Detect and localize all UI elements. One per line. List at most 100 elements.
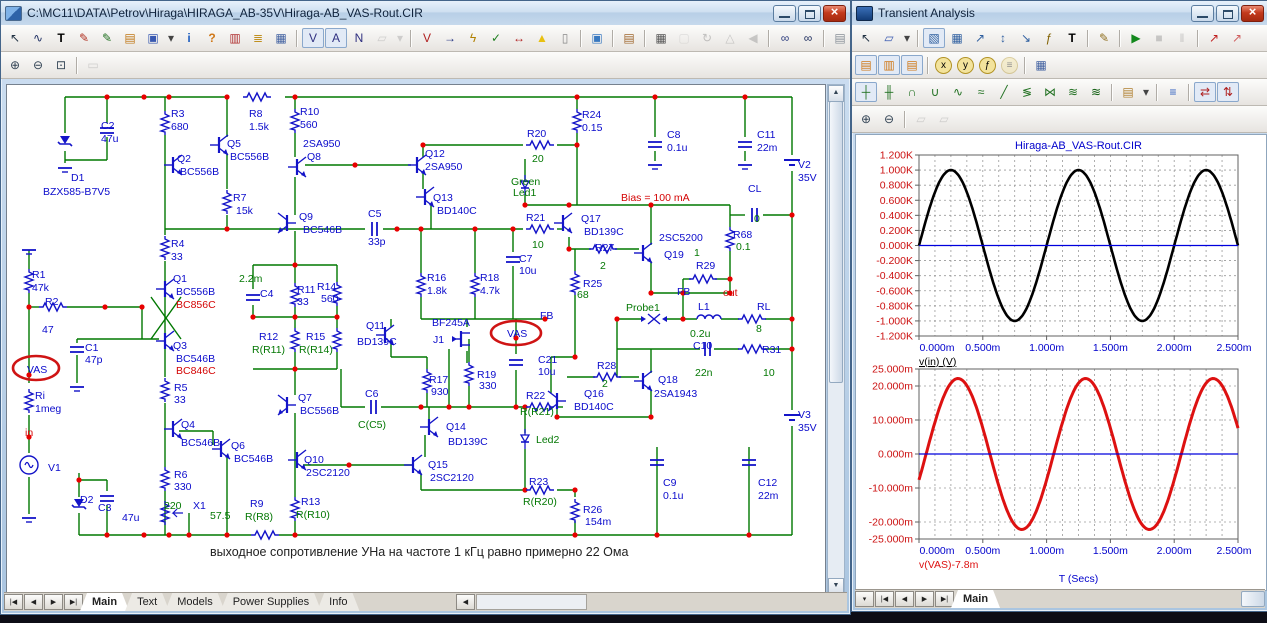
peak-icon[interactable]: ∩ — [901, 82, 923, 102]
find-icon[interactable]: ∞ — [797, 28, 819, 48]
panel-stripes-2-icon[interactable]: ▥ — [878, 55, 900, 75]
current-arrow-icon[interactable]: → — [439, 28, 461, 48]
zoom-out-icon[interactable]: ⊖ — [27, 55, 49, 75]
shape-gray-icon[interactable]: ▱ — [371, 28, 393, 48]
x-axis-cursor-icon[interactable]: ⇄ — [1194, 82, 1216, 102]
analysis-titlebar[interactable]: Transient Analysis — [852, 1, 1267, 25]
slope-points-icon[interactable]: ↗ — [1226, 28, 1248, 48]
stop-icon[interactable]: ■ — [1148, 28, 1170, 48]
edit-doc-icon[interactable]: ▦ — [270, 28, 292, 48]
plot-limits-icon[interactable]: ▦ — [946, 28, 968, 48]
find-in-schematic-icon[interactable]: ∞ — [774, 28, 796, 48]
wire-mode-icon[interactable]: ∿ — [27, 28, 49, 48]
region-box-icon[interactable]: ▣ — [586, 28, 608, 48]
scale-xy-icon[interactable]: ↗ — [969, 28, 991, 48]
clipboard-dropdown-icon[interactable]: ▾ — [1140, 82, 1152, 102]
eq-gray-icon[interactable]: ≡ — [1001, 56, 1018, 74]
text-tool-icon[interactable]: T — [50, 28, 72, 48]
y-axis-icon[interactable]: y — [957, 56, 974, 74]
scale-y-icon[interactable]: ↕ — [992, 28, 1014, 48]
valley-icon[interactable]: ∪ — [924, 82, 946, 102]
x-axis-icon[interactable]: x — [935, 56, 952, 74]
select-cursor-icon[interactable]: ↖ — [855, 28, 877, 48]
tab-main[interactable]: Main — [951, 590, 1000, 608]
clear-region-icon[interactable]: ▢ — [673, 28, 695, 48]
flip-vertical-icon[interactable]: ◀ — [742, 28, 764, 48]
rotate-icon[interactable]: ↻ — [696, 28, 718, 48]
analysis-close-button[interactable] — [1241, 4, 1264, 22]
copy-gray-icon[interactable]: ▱ — [910, 109, 932, 129]
info-icon[interactable]: i — [178, 28, 200, 48]
graphics-tool-icon[interactable]: ✎ — [73, 28, 95, 48]
schematic-canvas[interactable]: C2 47u D1 BZX585-B7V5 R3 680 R8 1.5k R10 560 2SA95… — [6, 84, 826, 594]
tab-text[interactable]: Text — [125, 593, 169, 611]
clipboard-icon[interactable]: ▤ — [1117, 82, 1139, 102]
fx-scale-icon[interactable]: ƒ — [1038, 28, 1060, 48]
properties-icon[interactable]: ✎ — [1093, 28, 1115, 48]
dc-voltage-probe-icon[interactable]: V — [416, 28, 438, 48]
flip-horizontal-icon[interactable]: △ — [719, 28, 741, 48]
node-ac-voltages-icon[interactable]: A — [325, 28, 347, 48]
tab-nav-button[interactable]: ▶| — [64, 594, 83, 610]
hscroll-left-button[interactable]: ◀ — [456, 594, 475, 610]
cursor-vertical-icon[interactable]: ╫ — [878, 82, 900, 102]
zoom-in-icon[interactable]: ⊕ — [4, 55, 26, 75]
schematic-vertical-scrollbar[interactable]: ▲ ▼ — [827, 84, 845, 596]
paste-gray-icon[interactable]: ▱ — [933, 109, 955, 129]
low-icon[interactable]: ≈ — [970, 82, 992, 102]
maximize-button[interactable] — [798, 4, 821, 22]
tab-power-supplies[interactable]: Power Supplies — [221, 593, 321, 611]
tab-nav-button[interactable]: |◀ — [875, 591, 894, 607]
envelope-icon[interactable]: ≋ — [1062, 82, 1084, 102]
find-component-icon[interactable]: ▣ — [142, 28, 164, 48]
minimize-button[interactable] — [773, 4, 796, 22]
component-dropdown-icon[interactable]: ▾ — [165, 28, 177, 48]
high-icon[interactable]: ∿ — [947, 82, 969, 102]
panel-stripes-1-icon[interactable]: ▤ — [855, 55, 877, 75]
select-region-icon[interactable]: ▦ — [650, 28, 672, 48]
zoom-out-icon[interactable]: ⊖ — [878, 109, 900, 129]
zoom-in-icon[interactable]: ⊕ — [855, 109, 877, 129]
help-icon[interactable]: ? — [201, 28, 223, 48]
tab-nav-button[interactable]: |◀ — [4, 594, 23, 610]
numeric-output-icon[interactable]: ≡ — [1162, 82, 1184, 102]
blank-doc-icon[interactable]: ▯ — [554, 28, 576, 48]
shape-menu-icon[interactable]: ▱ — [878, 28, 900, 48]
tab-main[interactable]: Main — [80, 593, 129, 611]
select-tool-icon[interactable]: ↖ — [4, 28, 26, 48]
text-mode-icon[interactable]: T — [1061, 28, 1083, 48]
run-icon[interactable]: ▶ — [1125, 28, 1147, 48]
pin-span-icon[interactable]: ↔ — [508, 28, 530, 48]
gray-dropdown-icon[interactable]: ▾ — [394, 28, 406, 48]
close-button[interactable] — [823, 4, 846, 22]
branches-icon[interactable]: ≋ — [1085, 82, 1107, 102]
analysis-maximize-button[interactable] — [1216, 4, 1239, 22]
tab-nav-button[interactable]: ▶| — [935, 591, 954, 607]
condition-check-icon[interactable]: ✓ — [485, 28, 507, 48]
tab-nav-button[interactable]: ◀ — [24, 594, 43, 610]
slope-icon[interactable]: ╱ — [993, 82, 1015, 102]
power-icon[interactable]: ϟ — [462, 28, 484, 48]
inflection-icon[interactable]: ≶ — [1016, 82, 1038, 102]
cross-curves-icon[interactable]: ⋈ — [1039, 82, 1061, 102]
cursor-horizontal-icon[interactable]: ┼ — [855, 82, 877, 102]
analysis-minimize-button[interactable] — [1191, 4, 1214, 22]
scroll-thumb[interactable] — [829, 101, 843, 383]
panel-stripes-3-icon[interactable]: ▤ — [901, 55, 923, 75]
flag-tool-icon[interactable]: ✎ — [96, 28, 118, 48]
tab-nav-button[interactable]: ▾ — [855, 591, 874, 607]
fx-axis-icon[interactable]: ƒ — [979, 56, 996, 74]
tab-nav-button[interactable]: ▶ — [915, 591, 934, 607]
folder-gray-icon[interactable]: ▭ — [82, 55, 104, 75]
node-numbers-icon[interactable]: N — [348, 28, 370, 48]
pause-icon[interactable]: ‖ — [1171, 28, 1193, 48]
doc-check-icon[interactable]: ▥ — [224, 28, 246, 48]
plot-list-icon[interactable]: ≣ — [247, 28, 269, 48]
tab-nav-button[interactable]: ◀ — [895, 591, 914, 607]
slope-up-icon[interactable]: ↗ — [1203, 28, 1225, 48]
scroll-up-button[interactable]: ▲ — [828, 85, 844, 102]
doc-go-icon[interactable]: ▤ — [829, 28, 851, 48]
node-voltages-icon[interactable]: V — [302, 28, 324, 48]
hscroll-track[interactable] — [476, 594, 587, 610]
zoom-100-icon[interactable]: ⊡ — [50, 55, 72, 75]
